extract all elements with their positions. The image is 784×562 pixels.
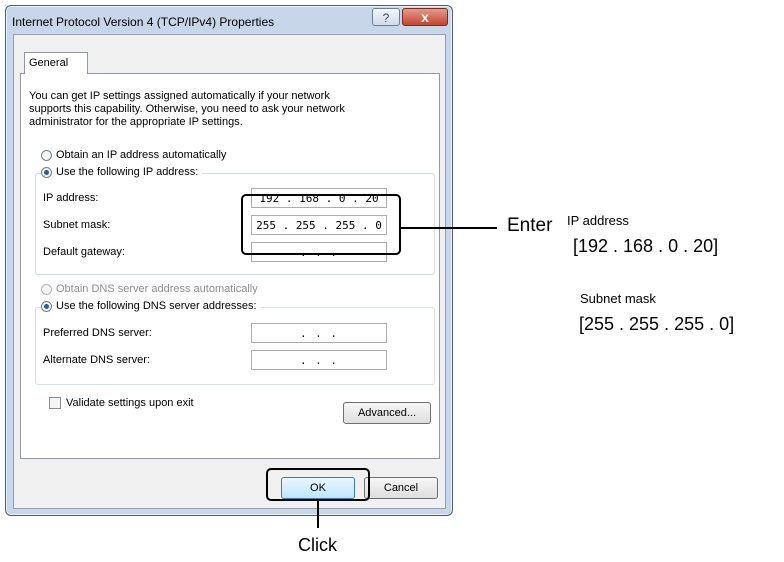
default-gateway-label: Default gateway: [43, 246, 125, 258]
enter-callout-line [401, 227, 497, 229]
obtain-dns-auto-option[interactable]: Obtain DNS server address automatically [41, 283, 258, 295]
ip-fields-highlight [241, 194, 401, 255]
obtain-ip-auto-option[interactable]: Obtain an IP address automatically [41, 149, 226, 161]
obtain-dns-auto-label: Obtain DNS server address automatically [56, 283, 258, 295]
window-title: Internet Protocol Version 4 (TCP/IPv4) P… [12, 15, 275, 29]
ip-address-annotation-value: [192 . 168 . 0 . 20] [573, 236, 719, 256]
alternate-dns-input[interactable]: . . . [251, 350, 387, 370]
use-following-dns-label: Use the following DNS server addresses: [56, 300, 257, 312]
obtain-ip-auto-label: Obtain an IP address automatically [56, 149, 227, 161]
use-following-dns-radio[interactable] [41, 300, 52, 312]
subnet-mask-annotation-value: [255 . 255 . 255 . 0] [579, 314, 735, 334]
use-following-ip-radio[interactable] [41, 166, 52, 178]
dialog-window: Internet Protocol Version 4 (TCP/IPv4) P… [5, 5, 453, 516]
use-following-dns-option[interactable]: Use the following DNS server addresses: [41, 300, 261, 312]
dns-settings-group [35, 307, 435, 385]
ip-address-label: IP address: [43, 192, 99, 204]
ip-address-annotation-heading: IP address [567, 213, 629, 228]
use-following-ip-label: Use the following IP address: [56, 166, 199, 178]
close-button[interactable]: x [402, 8, 448, 26]
use-following-ip-option[interactable]: Use the following IP address: [41, 166, 203, 178]
help-button[interactable]: ? [372, 8, 400, 26]
obtain-dns-auto-radio[interactable] [41, 283, 52, 295]
obtain-ip-auto-radio[interactable] [41, 149, 52, 161]
enter-annotation: Enter [507, 215, 553, 236]
ok-button-highlight [266, 468, 370, 501]
subnet-mask-annotation-heading: Subnet mask [580, 291, 656, 306]
title-bar: Internet Protocol Version 4 (TCP/IPv4) P… [6, 6, 452, 34]
general-tab-panel: You can get IP settings assigned automat… [20, 73, 440, 459]
description-text: You can get IP settings assigned automat… [29, 90, 345, 128]
click-callout-line [317, 501, 319, 528]
alternate-dns-label: Alternate DNS server: [43, 354, 150, 366]
advanced-button[interactable]: Advanced... [343, 402, 431, 424]
validate-settings-label: Validate settings upon exit [66, 397, 194, 409]
cancel-button[interactable]: Cancel [364, 477, 438, 499]
preferred-dns-input[interactable]: . . . [251, 323, 387, 343]
click-annotation: Click [298, 535, 337, 555]
validate-settings-checkbox[interactable] [49, 397, 61, 409]
validate-settings-option[interactable]: Validate settings upon exit [49, 397, 194, 409]
preferred-dns-label: Preferred DNS server: [43, 327, 152, 339]
tab-general[interactable]: General [24, 52, 88, 74]
dialog-client-area: General You can get IP settings assigned… [13, 34, 446, 509]
subnet-mask-label: Subnet mask: [43, 219, 111, 231]
